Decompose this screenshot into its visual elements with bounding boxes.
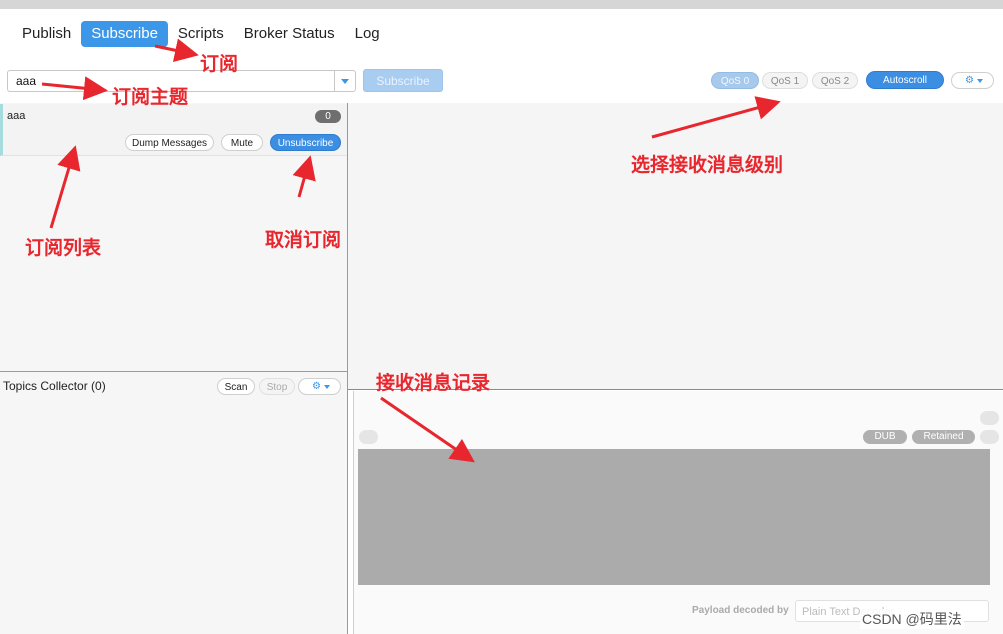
annotation-subscribe: 订阅	[200, 54, 239, 75]
panel-divider-vertical[interactable]	[347, 103, 348, 634]
topics-collector-title: Topics Collector (0)	[3, 379, 106, 393]
chevron-down-icon	[324, 385, 330, 389]
annotation-topic: 订阅主题	[112, 87, 189, 108]
dub-tag: DUB	[863, 430, 907, 444]
payload-view[interactable]	[358, 449, 990, 585]
gear-icon: ⚙	[312, 381, 321, 392]
topics-settings-button[interactable]: ⚙	[298, 378, 341, 395]
detail-topic-pill	[359, 430, 378, 444]
scan-button[interactable]: Scan	[217, 378, 255, 395]
gear-icon: ⚙	[965, 75, 974, 86]
detail-divider-vertical	[353, 391, 354, 634]
subscription-topic: aaa	[7, 110, 26, 122]
qos-0-button[interactable]: QoS 0	[711, 72, 759, 89]
topics-collector-panel	[0, 372, 347, 634]
subscribe-button[interactable]: Subscribe	[363, 69, 443, 92]
payload-decoder-label: Payload decoded by	[692, 605, 789, 616]
tab-subscribe[interactable]: Subscribe	[81, 21, 168, 47]
tab-scripts[interactable]: Scripts	[168, 21, 234, 47]
mute-button[interactable]: Mute	[221, 134, 263, 151]
topic-dropdown-button[interactable]	[334, 70, 356, 92]
autoscroll-button[interactable]: Autoscroll	[866, 71, 944, 89]
message-count-badge: 0	[315, 110, 341, 123]
stop-button[interactable]: Stop	[259, 378, 295, 395]
arrow-subscribe	[154, 38, 199, 63]
left-divider-horizontal[interactable]	[0, 371, 347, 372]
main-nav: Publish Subscribe Scripts Broker Status …	[12, 21, 390, 47]
detail-control-pill[interactable]	[980, 411, 999, 425]
watermark: CSDN @码里法	[860, 609, 964, 629]
tab-log[interactable]: Log	[345, 21, 390, 47]
unsubscribe-button[interactable]: Unsubscribe	[270, 134, 341, 151]
qos-1-button[interactable]: QoS 1	[762, 72, 808, 89]
annotation-qos: 选择接收消息级别	[631, 155, 784, 176]
dump-messages-button[interactable]: Dump Messages	[125, 134, 214, 151]
chevron-down-icon	[977, 79, 983, 83]
tab-broker-status[interactable]: Broker Status	[234, 21, 345, 47]
retained-tag: Retained	[912, 430, 975, 444]
window-top-strip	[0, 0, 1003, 9]
annotation-subscription-list: 订阅列表	[25, 238, 102, 259]
messages-list-panel	[348, 103, 1003, 389]
qos-2-button[interactable]: QoS 2	[812, 72, 858, 89]
annotation-message-records: 接收消息记录	[376, 373, 491, 394]
tab-publish[interactable]: Publish	[12, 21, 81, 47]
settings-menu-button[interactable]: ⚙	[951, 72, 994, 89]
annotation-unsubscribe: 取消订阅	[265, 230, 342, 251]
detail-extra-pill	[980, 430, 999, 444]
